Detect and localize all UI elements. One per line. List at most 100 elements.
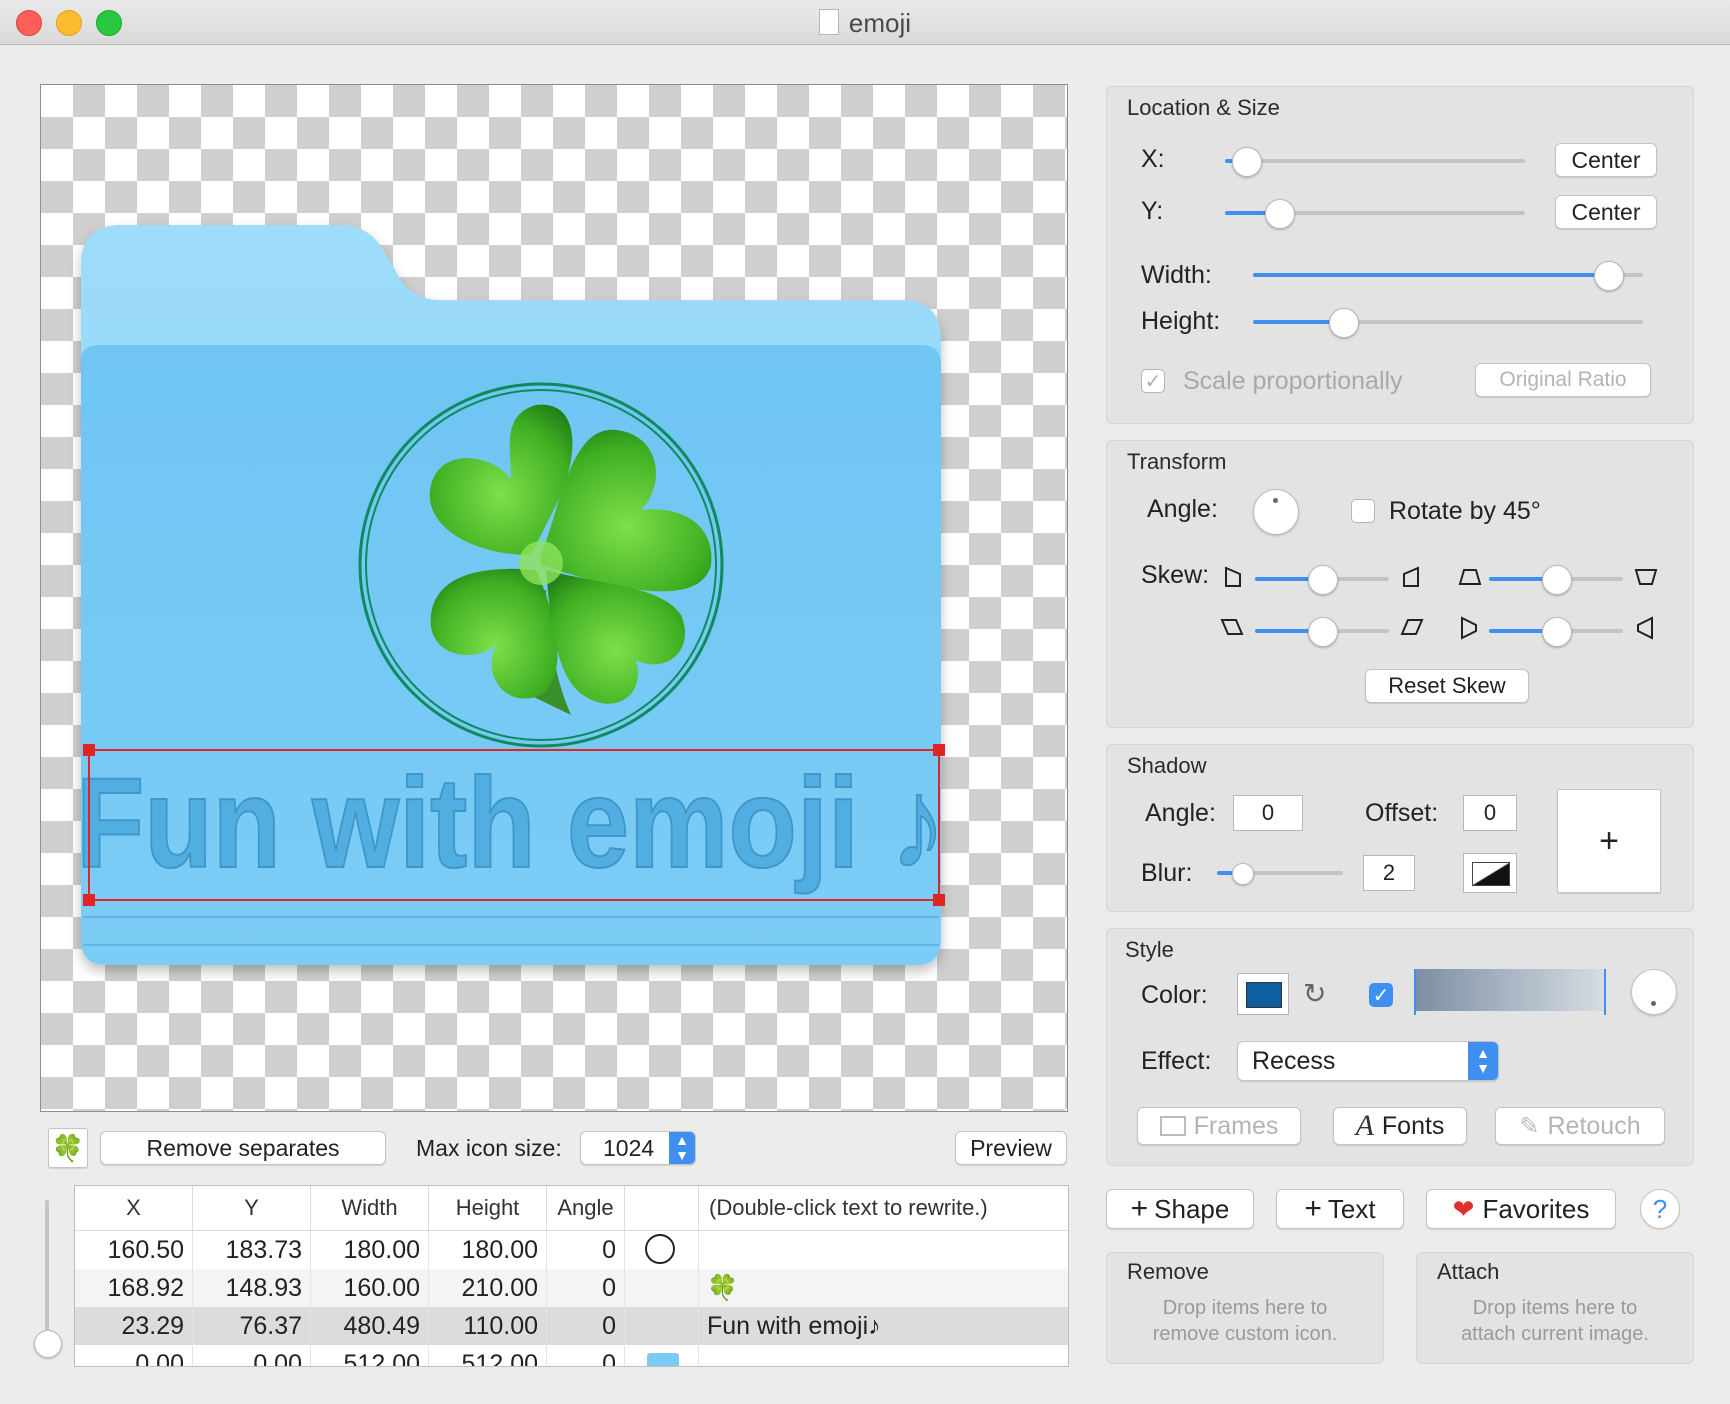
skew-top-icon	[1458, 569, 1482, 585]
shadow-blur-knob[interactable]	[1232, 863, 1255, 885]
skew-slider-2[interactable]	[1489, 565, 1623, 595]
x-slider[interactable]	[1225, 147, 1525, 177]
skew-slider-knob[interactable]	[1542, 617, 1572, 647]
height-slider-knob[interactable]	[1328, 308, 1359, 338]
shadow-blur-label: Blur:	[1141, 859, 1193, 887]
shadow-blur-slider[interactable]	[1217, 863, 1343, 885]
center-x-button[interactable]: Center	[1555, 143, 1657, 177]
resize-handle[interactable]	[83, 894, 95, 906]
column-header-height[interactable]: Height	[429, 1186, 547, 1230]
circle-icon	[645, 1234, 675, 1264]
layer-thumbnail[interactable]: 🍀	[48, 1128, 88, 1168]
panel-title: Transform	[1127, 449, 1227, 474]
original-ratio-button[interactable]: Original Ratio	[1475, 363, 1651, 397]
effect-select[interactable]: Recess ▲ ▼	[1237, 1041, 1499, 1081]
gradient-bar[interactable]	[1414, 969, 1606, 1015]
title-bar: emoji	[0, 0, 1730, 45]
color-label: Color:	[1141, 981, 1208, 1009]
shadow-offset-field[interactable]: 0	[1463, 795, 1517, 831]
x-slider-knob[interactable]	[1232, 147, 1262, 177]
y-slider[interactable]	[1225, 199, 1525, 229]
shadow-angle-label: Angle:	[1145, 799, 1216, 827]
skew-slider-3[interactable]	[1255, 617, 1389, 647]
icon-canvas[interactable]: Fun with emoji ♪	[40, 84, 1068, 1112]
remove-separates-button[interactable]: Remove separates	[100, 1131, 386, 1165]
width-slider[interactable]	[1253, 261, 1643, 291]
gradient-angle-dial[interactable]	[1631, 969, 1677, 1015]
dial-indicator-icon	[1273, 498, 1278, 503]
skew-slider-1[interactable]	[1255, 565, 1389, 595]
caption-text[interactable]: Fun with emoji ♪	[75, 751, 947, 896]
add-text-button[interactable]: + Text	[1276, 1189, 1404, 1229]
column-header-angle[interactable]: Angle	[547, 1186, 625, 1230]
resize-handle[interactable]	[83, 744, 95, 756]
skew-vertical-right-icon	[1461, 616, 1477, 640]
gradient-checkbox[interactable]: ✓	[1369, 983, 1393, 1007]
resize-handle[interactable]	[933, 744, 945, 756]
help-button[interactable]: ?	[1640, 1189, 1680, 1229]
reset-color-icon[interactable]: ↻	[1303, 977, 1326, 1010]
shadow-color-well[interactable]	[1463, 853, 1517, 893]
angle-label: Angle:	[1147, 495, 1218, 523]
width-slider-knob[interactable]	[1593, 261, 1624, 291]
column-header-y[interactable]: Y	[193, 1186, 311, 1230]
zoom-slider-track[interactable]	[45, 1200, 49, 1342]
preview-button[interactable]: Preview	[955, 1131, 1067, 1165]
zoom-slider-knob[interactable]	[34, 1330, 62, 1358]
gradient-stop-icon[interactable]	[1414, 969, 1416, 1015]
frames-button[interactable]: Frames	[1137, 1107, 1301, 1145]
reset-skew-button[interactable]: Reset Skew	[1365, 669, 1529, 703]
pencil-icon: ✎	[1519, 1112, 1540, 1140]
fonts-button[interactable]: A Fonts	[1333, 1107, 1467, 1145]
rotate-45-checkbox[interactable]	[1351, 499, 1375, 523]
dial-indicator-icon	[1651, 1001, 1656, 1006]
x-label: X:	[1141, 145, 1165, 173]
column-header-preview[interactable]	[625, 1186, 699, 1230]
height-slider[interactable]	[1253, 308, 1643, 338]
color-well[interactable]	[1237, 973, 1289, 1015]
center-y-button[interactable]: Center	[1555, 195, 1657, 229]
retouch-button[interactable]: ✎ Retouch	[1495, 1107, 1665, 1145]
shadow-color-swatch	[1472, 862, 1510, 886]
location-size-panel: Location & Size X: Center Y: Center Widt…	[1106, 86, 1694, 424]
skew-slider-knob[interactable]	[1308, 565, 1338, 595]
shadow-angle-field[interactable]: 0	[1233, 795, 1303, 831]
gradient-stop-icon[interactable]	[1604, 969, 1606, 1015]
folder-icon-preview: Fun with emoji ♪	[75, 225, 947, 965]
resize-handle[interactable]	[933, 894, 945, 906]
scale-proportionally-checkbox[interactable]: ✓	[1141, 369, 1165, 393]
angle-dial[interactable]	[1253, 489, 1299, 535]
table-row[interactable]: 160.50 183.73 180.00 180.00 0	[75, 1231, 1068, 1269]
layers-table[interactable]: X Y Width Height Angle (Double-click tex…	[74, 1185, 1069, 1367]
effect-label: Effect:	[1141, 1047, 1212, 1075]
panel-title: Remove	[1127, 1259, 1209, 1284]
plus-icon: +	[1304, 1192, 1322, 1225]
shadow-blur-field[interactable]: 2	[1363, 855, 1415, 891]
table-header: X Y Width Height Angle (Double-click tex…	[75, 1186, 1068, 1231]
fonts-icon: A	[1355, 1109, 1374, 1142]
column-header-x[interactable]: X	[75, 1186, 193, 1230]
y-slider-knob[interactable]	[1265, 199, 1295, 229]
column-header-content[interactable]: (Double-click text to rewrite.)	[699, 1186, 1068, 1230]
max-icon-size-select[interactable]: 1024 ▲ ▼	[580, 1131, 696, 1165]
panel-title: Attach	[1437, 1259, 1500, 1284]
table-row[interactable]: 0.00 0.00 512.00 512.00 0	[75, 1345, 1068, 1366]
plus-icon: +	[1130, 1192, 1149, 1225]
attach-drop-zone[interactable]: Attach Drop items here to attach current…	[1416, 1252, 1694, 1364]
add-shape-button[interactable]: + Shape	[1106, 1189, 1254, 1229]
panel-title: Style	[1125, 937, 1174, 962]
column-header-width[interactable]: Width	[311, 1186, 429, 1230]
skew-slider-knob[interactable]	[1308, 617, 1338, 647]
max-icon-size-label: Max icon size:	[416, 1135, 562, 1161]
skew-slider-knob[interactable]	[1542, 565, 1572, 595]
remove-drop-zone[interactable]: Remove Drop items here to remove custom …	[1106, 1252, 1384, 1364]
add-shadow-button[interactable]: +	[1557, 789, 1661, 893]
shadow-offset-label: Offset:	[1365, 799, 1439, 827]
y-label: Y:	[1141, 197, 1164, 225]
table-row-selected[interactable]: 23.29 76.37 480.49 110.00 0 Fun with emo…	[75, 1307, 1068, 1345]
clover-thumb: 🍀	[707, 1274, 739, 1302]
table-row[interactable]: 168.92 148.93 160.00 210.00 0 🍀	[75, 1269, 1068, 1307]
window-title: emoji	[0, 8, 1730, 39]
favorites-button[interactable]: ❤ Favorites	[1426, 1189, 1616, 1229]
skew-slider-4[interactable]	[1489, 617, 1623, 647]
